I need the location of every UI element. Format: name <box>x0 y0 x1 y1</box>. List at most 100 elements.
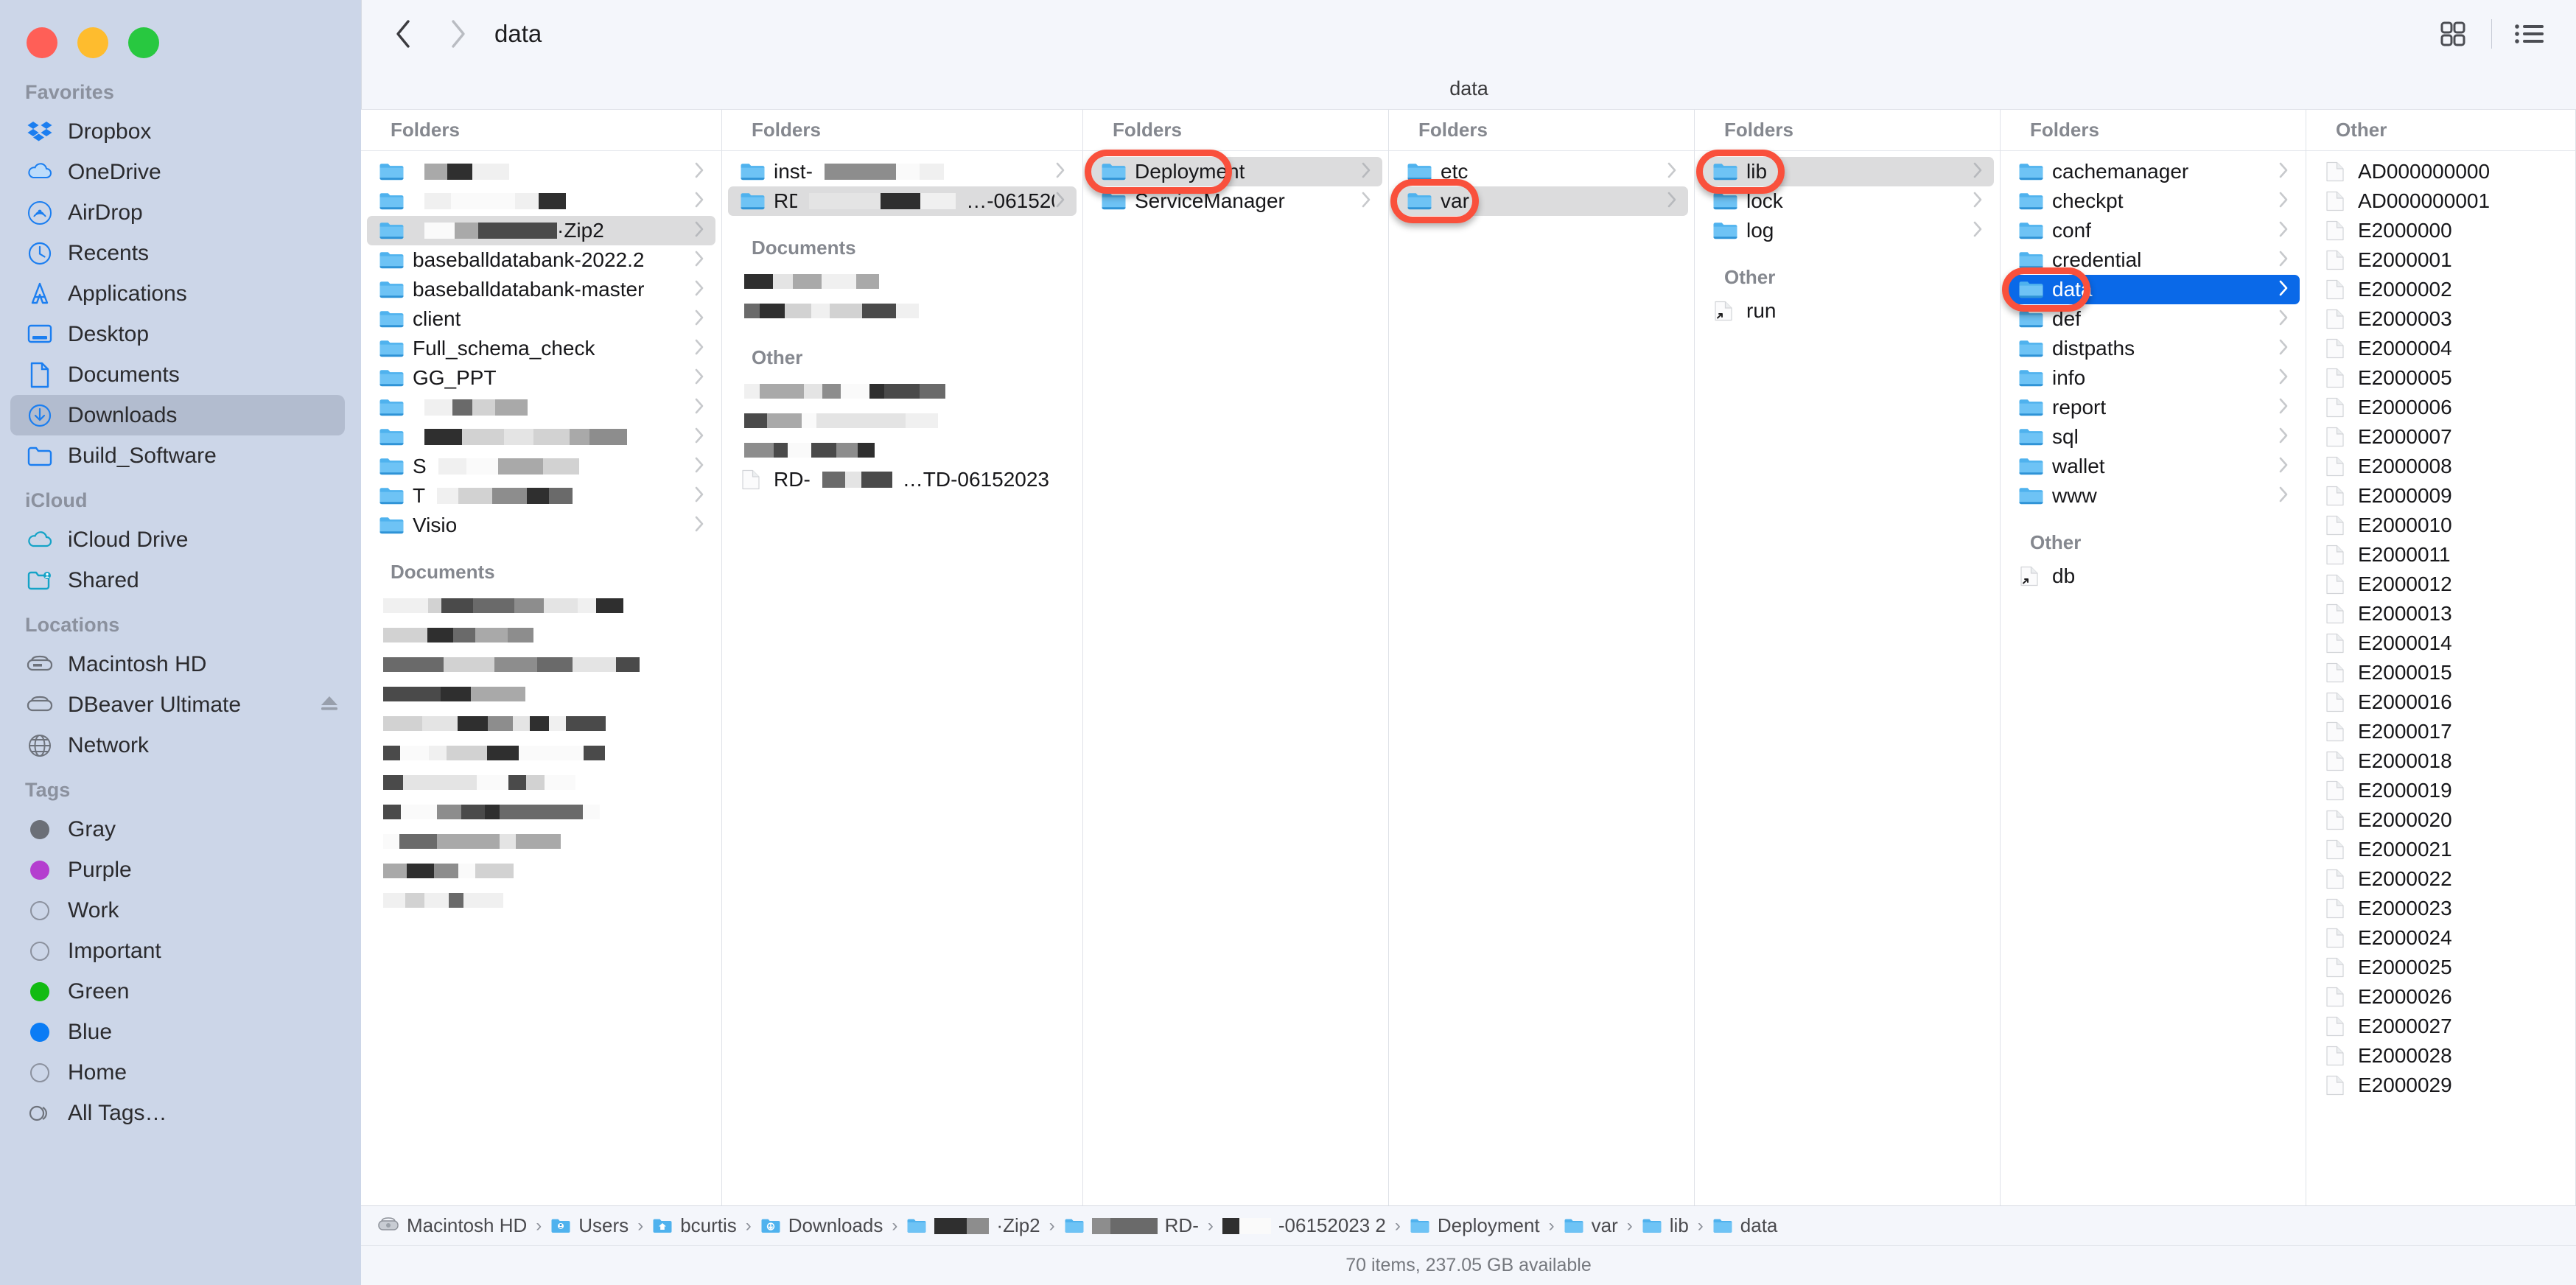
file-row[interactable]: E2000007 <box>2312 422 2569 452</box>
folder-row[interactable]: Full_schema_check <box>367 334 715 363</box>
folder-row[interactable]: inst- <box>728 157 1077 186</box>
chevron-right-icon[interactable] <box>2278 161 2289 183</box>
chevron-right-icon[interactable] <box>2278 308 2289 331</box>
breadcrumb-item-macintosh-hd[interactable]: Macintosh HD <box>377 1214 527 1237</box>
file-row[interactable]: E2000015 <box>2312 658 2569 687</box>
chevron-right-icon[interactable] <box>1360 161 1372 183</box>
eject-icon[interactable] <box>318 693 340 716</box>
folder-row[interactable] <box>367 186 715 216</box>
file-row[interactable]: AD000000000 <box>2312 157 2569 186</box>
folder-row[interactable]: info <box>2006 363 2300 393</box>
sidebar-item-gray[interactable]: Gray <box>10 809 345 850</box>
file-row[interactable]: E2000004 <box>2312 334 2569 363</box>
folder-row[interactable]: ServiceManager <box>1089 186 1382 216</box>
breadcrumb-item-data[interactable]: data <box>1712 1214 1777 1237</box>
file-row[interactable]: E2000014 <box>2312 629 2569 658</box>
sidebar-item-dbeaver-ultimate[interactable]: DBeaver Ultimate <box>10 684 345 725</box>
file-row[interactable]: E2000001 <box>2312 245 2569 275</box>
chevron-right-icon[interactable] <box>693 249 705 272</box>
redacted-list-item[interactable] <box>367 738 715 768</box>
sidebar-item-all-tags[interactable]: All Tags… <box>10 1093 345 1133</box>
sidebar-item-blue[interactable]: Blue <box>10 1012 345 1052</box>
chevron-right-icon[interactable] <box>1972 190 1984 213</box>
sidebar-item-onedrive[interactable]: OneDrive <box>10 152 345 192</box>
sidebar-item-important[interactable]: Important <box>10 931 345 971</box>
chevron-right-icon[interactable] <box>693 396 705 419</box>
chevron-right-icon[interactable] <box>1666 190 1678 213</box>
chevron-right-icon[interactable] <box>2278 485 2289 508</box>
file-row[interactable]: E2000008 <box>2312 452 2569 481</box>
chevron-right-icon[interactable] <box>1054 161 1066 183</box>
folder-row[interactable] <box>367 422 715 452</box>
folder-row[interactable]: conf <box>2006 216 2300 245</box>
file-row[interactable]: E2000006 <box>2312 393 2569 422</box>
chevron-right-icon[interactable] <box>2278 279 2289 301</box>
folder-row[interactable]: baseballdatabank-2022.2 <box>367 245 715 275</box>
sidebar-item-airdrop[interactable]: AirDrop <box>10 192 345 233</box>
folder-row[interactable]: RD- …-06152023 2 <box>728 186 1077 216</box>
sidebar-item-macintosh-hd[interactable]: Macintosh HD <box>10 644 345 684</box>
file-row[interactable]: E2000021 <box>2312 835 2569 864</box>
folder-row[interactable]: GG_PPT <box>367 363 715 393</box>
redacted-list-item[interactable] <box>728 406 1077 435</box>
file-row[interactable]: RD- …TD-06152023 <box>728 465 1077 494</box>
redacted-list-item[interactable] <box>728 377 1077 406</box>
folder-row[interactable]: log <box>1701 216 1994 245</box>
file-row[interactable]: E2000009 <box>2312 481 2569 511</box>
icon-view-button[interactable] <box>2434 15 2472 53</box>
redacted-list-item[interactable] <box>367 768 715 797</box>
folder-row[interactable]: sql <box>2006 422 2300 452</box>
breadcrumb-item-zip2[interactable]: ·Zip2 <box>906 1214 1040 1237</box>
breadcrumb-item-var[interactable]: var <box>1564 1214 1618 1237</box>
sidebar-item-recents[interactable]: Recents <box>10 233 345 273</box>
redacted-list-item[interactable] <box>728 296 1077 326</box>
file-row[interactable]: E2000025 <box>2312 953 2569 982</box>
sidebar-item-desktop[interactable]: Desktop <box>10 314 345 354</box>
chevron-right-icon[interactable] <box>693 367 705 390</box>
sidebar-item-purple[interactable]: Purple <box>10 850 345 890</box>
minimize-button[interactable] <box>77 27 108 58</box>
folder-row[interactable]: report <box>2006 393 2300 422</box>
sidebar-item-network[interactable]: Network <box>10 725 345 766</box>
redacted-list-item[interactable] <box>367 886 715 915</box>
chevron-right-icon[interactable] <box>2278 220 2289 242</box>
folder-row[interactable] <box>367 157 715 186</box>
file-row[interactable]: E2000026 <box>2312 982 2569 1012</box>
chevron-right-icon[interactable] <box>693 485 705 508</box>
file-row[interactable]: E2000005 <box>2312 363 2569 393</box>
sidebar-item-build-software[interactable]: Build_Software <box>10 435 345 476</box>
folder-row[interactable]: etc <box>1395 157 1688 186</box>
file-row[interactable]: AD000000001 <box>2312 186 2569 216</box>
folder-row[interactable]: S <box>367 452 715 481</box>
folder-row[interactable]: Visio <box>367 511 715 540</box>
chevron-right-icon[interactable] <box>693 190 705 213</box>
file-row[interactable]: E2000002 <box>2312 275 2569 304</box>
folder-row[interactable]: client <box>367 304 715 334</box>
chevron-right-icon[interactable] <box>2278 249 2289 272</box>
maximize-button[interactable] <box>128 27 159 58</box>
redacted-list-item[interactable] <box>367 650 715 679</box>
close-button[interactable] <box>27 27 57 58</box>
folder-row[interactable]: lib <box>1701 157 1994 186</box>
chevron-right-icon[interactable] <box>2278 367 2289 390</box>
file-row[interactable]: E2000029 <box>2312 1071 2569 1100</box>
redacted-list-item[interactable] <box>367 856 715 886</box>
chevron-right-icon[interactable] <box>693 279 705 301</box>
chevron-right-icon[interactable] <box>693 337 705 360</box>
redacted-list-item[interactable] <box>367 679 715 709</box>
sidebar-item-downloads[interactable]: Downloads <box>10 395 345 435</box>
sidebar-item-documents[interactable]: Documents <box>10 354 345 395</box>
chevron-right-icon[interactable] <box>2278 190 2289 213</box>
folder-row[interactable]: wallet <box>2006 452 2300 481</box>
redacted-list-item[interactable] <box>367 620 715 650</box>
chevron-right-icon[interactable] <box>693 514 705 537</box>
chevron-right-icon[interactable] <box>1972 161 1984 183</box>
file-row[interactable]: E2000017 <box>2312 717 2569 746</box>
file-row[interactable]: E2000019 <box>2312 776 2569 805</box>
redacted-list-item[interactable] <box>367 591 715 620</box>
file-row[interactable]: E2000013 <box>2312 599 2569 629</box>
folder-row[interactable]: ·Zip2 <box>367 216 715 245</box>
chevron-right-icon[interactable] <box>2278 426 2289 449</box>
folder-row[interactable]: var <box>1395 186 1688 216</box>
chevron-right-icon[interactable] <box>2278 396 2289 419</box>
